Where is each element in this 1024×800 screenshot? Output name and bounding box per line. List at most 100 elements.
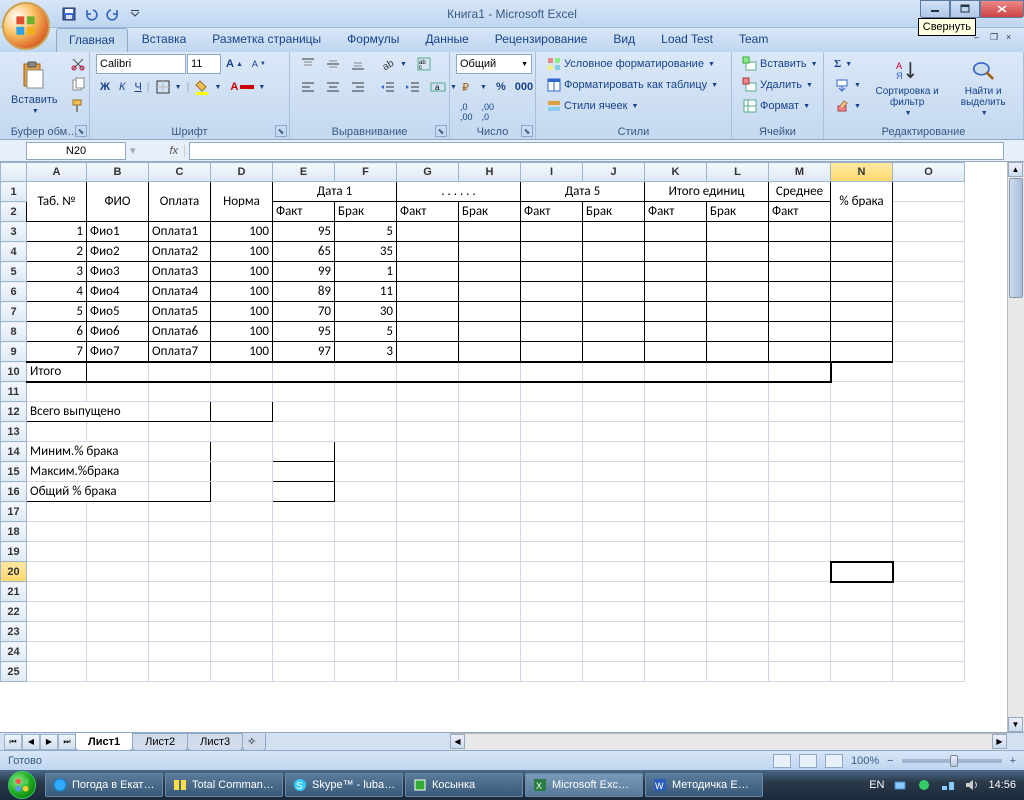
clock[interactable]: 14:56 xyxy=(988,779,1016,791)
cell[interactable] xyxy=(211,622,273,642)
tray-icon[interactable] xyxy=(916,777,932,793)
cell[interactable] xyxy=(707,582,769,602)
language-indicator[interactable]: EN xyxy=(869,779,884,791)
cell[interactable] xyxy=(707,362,769,382)
cell[interactable] xyxy=(583,442,645,462)
cell[interactable] xyxy=(831,462,893,482)
cell[interactable] xyxy=(521,262,583,282)
cell[interactable] xyxy=(149,602,211,622)
cell[interactable] xyxy=(397,282,459,302)
cell[interactable] xyxy=(397,402,459,422)
row-header[interactable]: 10 xyxy=(1,362,27,382)
cell[interactable] xyxy=(149,582,211,602)
tab-data[interactable]: Данные xyxy=(413,28,480,52)
cell[interactable] xyxy=(707,442,769,462)
cell[interactable] xyxy=(459,502,521,522)
cell[interactable] xyxy=(211,442,273,462)
sheet-tab-new[interactable]: ✧ xyxy=(242,732,266,751)
cell[interactable]: Максим.%брака xyxy=(27,462,149,482)
cell[interactable] xyxy=(335,522,397,542)
window-maximize-button[interactable] xyxy=(950,0,980,18)
cell[interactable]: 100 xyxy=(211,262,273,282)
cell[interactable] xyxy=(149,462,211,482)
cell[interactable]: 95 xyxy=(273,322,335,342)
cell[interactable] xyxy=(149,562,211,582)
qat-redo-icon[interactable] xyxy=(104,5,122,23)
cell[interactable] xyxy=(149,442,211,462)
cell[interactable] xyxy=(521,222,583,242)
sheet-nav-prev[interactable]: ◀ xyxy=(22,734,40,750)
cell[interactable] xyxy=(893,642,965,662)
tab-home[interactable]: Главная xyxy=(56,28,128,52)
cell[interactable] xyxy=(893,342,965,362)
cell[interactable] xyxy=(273,502,335,522)
cell[interactable] xyxy=(893,202,965,222)
cell[interactable] xyxy=(583,562,645,582)
cell[interactable] xyxy=(149,642,211,662)
cell[interactable] xyxy=(521,302,583,322)
borders-button[interactable]: ▼ xyxy=(151,77,186,97)
cell[interactable] xyxy=(459,582,521,602)
view-page-layout-button[interactable] xyxy=(799,754,817,768)
cell[interactable] xyxy=(211,522,273,542)
cell[interactable] xyxy=(27,382,87,402)
cell[interactable]: Факт xyxy=(397,202,459,222)
select-all-corner[interactable] xyxy=(1,163,27,182)
conditional-formatting-button[interactable]: Условное форматирование▼ xyxy=(542,54,719,74)
cell[interactable]: 3 xyxy=(27,262,87,282)
cell[interactable] xyxy=(459,242,521,262)
cell[interactable]: Оплата3 xyxy=(149,262,211,282)
cell[interactable] xyxy=(645,422,707,442)
cell[interactable] xyxy=(149,622,211,642)
italic-button[interactable]: К xyxy=(115,77,129,97)
cell[interactable] xyxy=(831,522,893,542)
scroll-thumb[interactable] xyxy=(1009,178,1023,298)
sort-filter-button[interactable]: АЯ Сортировка и фильтр▼ xyxy=(868,54,946,120)
cell[interactable] xyxy=(211,402,273,422)
cell[interactable]: Среднее xyxy=(769,182,831,202)
cell[interactable]: Фио4 xyxy=(87,282,149,302)
sheet-tab-1[interactable]: Лист1 xyxy=(75,733,133,751)
cell[interactable] xyxy=(149,662,211,682)
cell[interactable]: 6 xyxy=(27,322,87,342)
decrease-decimal-button[interactable]: ,00,0 xyxy=(478,100,499,124)
cell[interactable] xyxy=(87,362,149,382)
cell[interactable] xyxy=(831,262,893,282)
cell[interactable] xyxy=(769,262,831,282)
cell[interactable] xyxy=(831,422,893,442)
cell[interactable] xyxy=(87,382,149,402)
tray-volume-icon[interactable] xyxy=(964,777,980,793)
cell[interactable] xyxy=(459,262,521,282)
cell[interactable] xyxy=(645,302,707,322)
cell[interactable] xyxy=(335,622,397,642)
cell[interactable] xyxy=(645,342,707,362)
cell[interactable] xyxy=(211,642,273,662)
cell[interactable] xyxy=(893,522,965,542)
cell[interactable] xyxy=(27,622,87,642)
cell[interactable]: Брак xyxy=(335,202,397,222)
cell[interactable] xyxy=(893,382,965,402)
cell[interactable] xyxy=(645,602,707,622)
cell[interactable] xyxy=(335,642,397,662)
cell[interactable] xyxy=(769,622,831,642)
cell[interactable] xyxy=(769,382,831,402)
tab-formulas[interactable]: Формулы xyxy=(335,28,411,52)
tab-page-layout[interactable]: Разметка страницы xyxy=(200,28,333,52)
cell[interactable] xyxy=(459,642,521,662)
cell[interactable] xyxy=(645,402,707,422)
col-header[interactable]: N xyxy=(831,163,893,182)
cell[interactable] xyxy=(521,242,583,262)
cell[interactable] xyxy=(893,602,965,622)
cell[interactable] xyxy=(521,462,583,482)
cell[interactable] xyxy=(893,362,965,382)
cell[interactable] xyxy=(27,542,87,562)
find-select-button[interactable]: Найти и выделить▼ xyxy=(949,54,1017,120)
cell[interactable] xyxy=(583,402,645,422)
cell[interactable]: Фио7 xyxy=(87,342,149,362)
cell[interactable] xyxy=(893,402,965,422)
vertical-scrollbar[interactable]: ▲ ▼ xyxy=(1007,162,1024,732)
cell[interactable] xyxy=(397,462,459,482)
view-page-break-button[interactable] xyxy=(825,754,843,768)
cell[interactable] xyxy=(397,562,459,582)
cell[interactable]: Всего выпущено xyxy=(27,402,149,422)
